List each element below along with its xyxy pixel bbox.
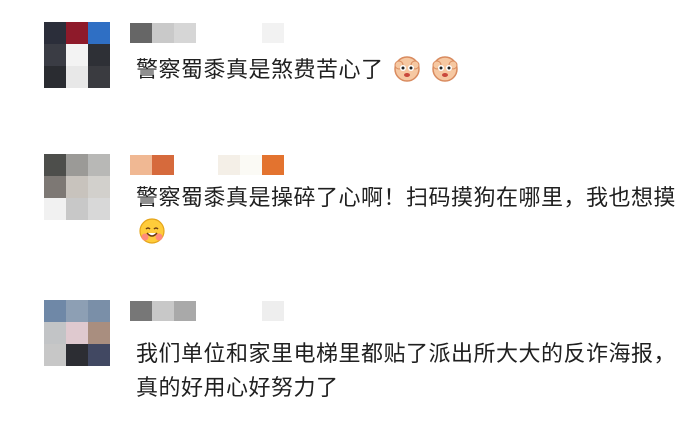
avatar-pixel bbox=[44, 300, 66, 322]
comment-text: 我们单位和家里电梯里都贴了派出所大大的反诈海报，真的好用心好努力了 bbox=[136, 338, 681, 406]
avatar-pixel bbox=[66, 154, 88, 176]
avatar-pixel bbox=[88, 300, 110, 322]
avatar-pixel bbox=[88, 22, 110, 44]
avatar-pixel bbox=[44, 322, 66, 344]
name-pixel bbox=[196, 23, 218, 43]
avatar-pixel bbox=[44, 154, 66, 176]
username-blurred[interactable] bbox=[130, 155, 284, 175]
avatar-pixel bbox=[66, 66, 88, 88]
name-pixel bbox=[152, 155, 174, 175]
name-pixel bbox=[130, 301, 152, 321]
name-pixel bbox=[196, 301, 218, 321]
avatar[interactable] bbox=[44, 154, 110, 220]
avatar-pixel bbox=[66, 300, 88, 322]
name-pixel bbox=[240, 155, 262, 175]
name-pixel bbox=[196, 155, 218, 175]
avatar-pixel bbox=[88, 66, 110, 88]
name-pixel bbox=[130, 155, 152, 175]
avatar[interactable] bbox=[44, 300, 110, 366]
monkey-face-emoji-icon bbox=[393, 55, 421, 83]
comment-text: 警察蜀黍真是煞费苦心了 bbox=[136, 54, 681, 88]
name-pixel bbox=[240, 301, 262, 321]
name-pixel bbox=[130, 23, 152, 43]
name-pixel bbox=[262, 155, 284, 175]
avatar-pixel bbox=[88, 198, 110, 220]
monkey-face-emoji-icon bbox=[431, 55, 459, 83]
avatar-pixel bbox=[66, 44, 88, 66]
name-pixel bbox=[152, 301, 174, 321]
name-pixel bbox=[174, 301, 196, 321]
username-blurred[interactable] bbox=[130, 23, 284, 43]
name-pixel bbox=[174, 155, 196, 175]
comment-text: 警察蜀黍真是操碎了心啊！扫码摸狗在哪里，我也想摸 bbox=[136, 182, 681, 250]
hugging-face-emoji-icon bbox=[138, 217, 166, 245]
name-pixel bbox=[218, 23, 240, 43]
avatar[interactable] bbox=[44, 22, 110, 88]
avatar-pixel bbox=[88, 44, 110, 66]
comment-body: 警察蜀黍真是煞费苦心了 bbox=[136, 58, 384, 83]
avatar-pixel bbox=[44, 22, 66, 44]
avatar-pixel bbox=[88, 322, 110, 344]
name-pixel bbox=[218, 301, 240, 321]
avatar-pixel bbox=[44, 198, 66, 220]
name-pixel bbox=[240, 23, 262, 43]
avatar-pixel bbox=[44, 176, 66, 198]
name-pixel bbox=[262, 301, 284, 321]
avatar-pixel bbox=[88, 154, 110, 176]
username-blurred[interactable] bbox=[130, 301, 284, 321]
avatar-pixel bbox=[88, 344, 110, 366]
comment-body: 警察蜀黍真是操碎了心啊！扫码摸狗在哪里，我也想摸 bbox=[136, 186, 677, 211]
avatar-pixel bbox=[66, 322, 88, 344]
avatar-pixel bbox=[88, 176, 110, 198]
avatar-pixel bbox=[44, 344, 66, 366]
avatar-pixel bbox=[66, 176, 88, 198]
name-pixel bbox=[174, 23, 196, 43]
avatar-pixel bbox=[66, 22, 88, 44]
name-pixel bbox=[218, 155, 240, 175]
avatar-pixel bbox=[44, 66, 66, 88]
avatar-pixel bbox=[66, 198, 88, 220]
name-pixel bbox=[262, 23, 284, 43]
name-pixel bbox=[152, 23, 174, 43]
avatar-pixel bbox=[66, 344, 88, 366]
comment-body: 我们单位和家里电梯里都贴了派出所大大的反诈海报，真的好用心好努力了 bbox=[136, 342, 677, 401]
avatar-pixel bbox=[44, 44, 66, 66]
